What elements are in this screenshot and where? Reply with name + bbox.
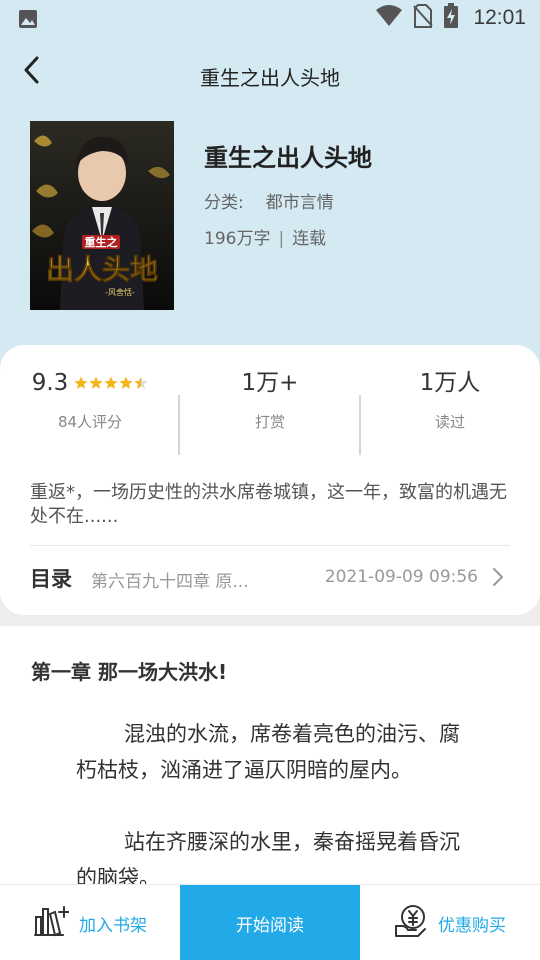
category-label: 分类: bbox=[204, 193, 244, 213]
update-date: 2021-09-09 09:56 bbox=[324, 567, 478, 587]
serial-status: 连载 bbox=[292, 229, 327, 249]
chapter-title: 第一章 那一场大洪水! bbox=[31, 660, 228, 684]
meta-separator: | bbox=[278, 229, 285, 249]
coin-hand-icon bbox=[394, 904, 428, 942]
preview-paragraph: 混浊的水流，席卷着亮色的油污、腐朽枯枝，汹涌进了逼仄阴暗的屋内。 bbox=[76, 716, 466, 788]
rating-value: 9.3 bbox=[31, 370, 69, 396]
cover-title-big: 出人头地 bbox=[46, 253, 158, 286]
readers-stat: 1万人 读过 bbox=[360, 365, 540, 432]
book-meta: 196万字 | 连载 bbox=[204, 224, 326, 249]
page-title: 重生之出人头地 bbox=[200, 66, 340, 90]
word-count: 196万字 bbox=[204, 229, 271, 249]
image-icon bbox=[18, 9, 38, 33]
book-header-area: 12:01 重生之出人头地 重生之 出人头地 -风舍恬- 重生之出人头地 分类:… bbox=[0, 0, 540, 400]
book-category: 分类: 都市言情 bbox=[204, 188, 334, 213]
add-to-shelf-button[interactable]: 加入书架 bbox=[0, 885, 180, 960]
table-of-contents-row[interactable]: 目录 第六百九十四章 原... 2021-09-09 09:56 bbox=[30, 559, 510, 595]
add-to-shelf-label: 加入书架 bbox=[79, 915, 147, 936]
discount-buy-label: 优惠购买 bbox=[438, 915, 506, 936]
tips-value: 1万+ bbox=[241, 370, 299, 396]
clock: 12:01 bbox=[473, 6, 526, 29]
book-info: 重生之出人头地 分类: 都市言情 196万字 | 连载 bbox=[204, 138, 372, 249]
paragraph-text: 混浊的水流，席卷着亮色的油污、腐朽枯枝，汹涌进了逼仄阴暗的屋内。 bbox=[76, 722, 460, 782]
status-bar: 12:01 bbox=[0, 0, 540, 36]
star-icon bbox=[74, 376, 88, 389]
star-icon bbox=[104, 376, 118, 389]
book-detail-card: 9.3 84人评分 1万+ 打赏 1万人 读过 重返*，一场历史性的洪水席卷城镇… bbox=[0, 345, 540, 615]
tips-label: 打赏 bbox=[254, 413, 285, 431]
no-sim-icon bbox=[413, 4, 434, 32]
readers-label: 读过 bbox=[434, 413, 465, 431]
cover-title-small: 重生之 bbox=[85, 235, 118, 249]
star-icon bbox=[119, 376, 133, 389]
book-title: 重生之出人头地 bbox=[204, 144, 372, 172]
rating-stars bbox=[74, 376, 148, 390]
bottom-action-bar: 加入书架 开始阅读 优惠购买 bbox=[0, 884, 540, 960]
bookshelf-icon bbox=[33, 905, 70, 941]
tips-stat[interactable]: 1万+ 打赏 bbox=[180, 365, 360, 432]
book-cover[interactable]: 重生之 出人头地 -风舍恬- bbox=[30, 121, 174, 310]
title-bar: 重生之出人头地 bbox=[0, 48, 540, 104]
wifi-icon bbox=[375, 5, 403, 31]
stats-row: 9.3 84人评分 1万+ 打赏 1万人 读过 bbox=[0, 365, 540, 455]
cover-author: -风舍恬- bbox=[105, 287, 135, 297]
toc-label: 目录 bbox=[30, 567, 72, 591]
rating-count: 84人评分 bbox=[57, 413, 123, 431]
book-intro[interactable]: 重返*，一场历史性的洪水席卷城镇，这一年，致富的机遇无处不在...... bbox=[30, 481, 508, 529]
discount-buy-button[interactable]: 优惠购买 bbox=[360, 885, 540, 960]
rating-stat[interactable]: 9.3 84人评分 bbox=[0, 365, 180, 432]
star-icon bbox=[134, 376, 148, 389]
chevron-right-icon bbox=[492, 567, 504, 591]
battery-charging-icon bbox=[443, 3, 459, 33]
star-icon bbox=[89, 376, 103, 389]
readers-value: 1万人 bbox=[419, 370, 481, 396]
divider bbox=[30, 545, 510, 546]
paragraph-text: 站在齐腰深的水里，秦奋摇晃着昏沉的脑袋。 bbox=[76, 830, 460, 890]
start-reading-button[interactable]: 开始阅读 bbox=[180, 885, 360, 960]
latest-chapter: 第六百九十四章 原... bbox=[91, 572, 249, 592]
category-value: 都市言情 bbox=[265, 193, 334, 213]
